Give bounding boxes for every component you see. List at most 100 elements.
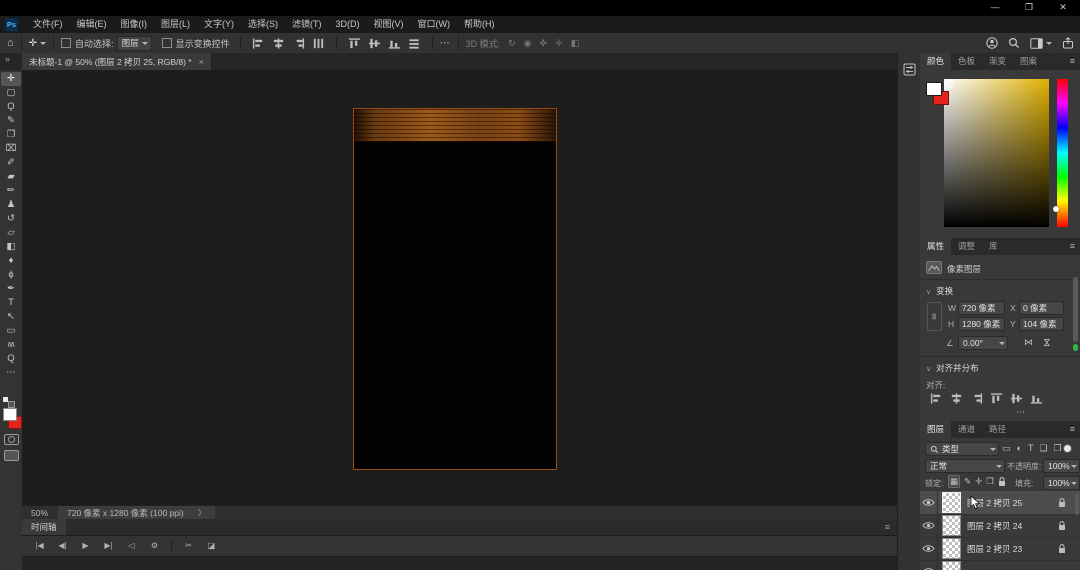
tool-frame[interactable]: ⌧ [1,142,21,156]
layer-filter-kind-dropdown[interactable]: 类型 [925,442,999,456]
tool-edit-toolbar[interactable]: ⋯ [1,366,21,380]
account-icon[interactable] [986,37,998,49]
go-to-previous-frame-button[interactable]: ◀| [54,539,71,553]
hue-slider-marker[interactable] [1053,206,1059,212]
tool-pen[interactable]: ✒ [1,282,21,296]
layer-name[interactable]: 图层 2 拷贝 23 [967,543,1058,555]
align-center-h-icon[interactable] [272,37,285,50]
flip-vertical-icon[interactable]: ⋈ [1041,338,1052,347]
color-panel-menu-icon[interactable]: ≡ [1070,53,1075,70]
document-canvas[interactable] [353,108,557,470]
layer-row-3[interactable]: 图层 2 拷贝 23 [920,537,1080,561]
filter-pixel-layers-icon[interactable]: ▭ [1002,443,1011,454]
move-tool-preset-icon[interactable]: ✛ [29,38,46,49]
3d-roll-icon[interactable]: ◉ [524,38,532,49]
quick-mask-mode-button[interactable] [4,434,19,445]
go-to-next-frame-button[interactable]: ▶| [100,539,117,553]
tool-type[interactable]: T [1,296,21,310]
align-distribute-section-header[interactable]: ∨对齐并分布 [926,362,979,374]
x-field[interactable]: 0 像素 [1019,301,1064,315]
layer-visibility-eye-icon[interactable] [920,537,938,560]
workspace-switcher-button[interactable] [1030,37,1052,48]
flip-horizontal-icon[interactable]: ⋈ [1024,337,1033,348]
tool-lasso[interactable]: Ϙ [1,100,21,114]
align-left-icon[interactable] [252,37,265,50]
properties-panel-menu-icon[interactable]: ≡ [1070,238,1075,255]
layer-filter-toggle[interactable] [1063,444,1072,453]
tool-move[interactable]: ✛ [1,72,21,86]
properties-scrollbar[interactable] [1073,277,1078,342]
saturation-brightness-field[interactable] [944,79,1049,227]
align-top-icon[interactable] [348,37,361,50]
link-dimensions-icon[interactable]: ∞ [927,302,942,331]
share-icon[interactable] [1062,37,1074,49]
blend-mode-dropdown[interactable]: 正常 [925,459,1005,473]
layers-scrollbar[interactable] [1075,493,1079,515]
align-distribute-h-icon[interactable] [312,37,325,50]
layer-visibility-eye-icon[interactable] [920,560,938,570]
fill-dropdown[interactable]: 100% [1043,476,1080,490]
tool-path-selection[interactable]: ↖ [1,310,21,324]
hue-slider[interactable] [1057,79,1068,227]
3d-pan-icon[interactable]: ✜ [540,38,548,49]
tool-healing-brush[interactable]: ▰ [1,170,21,184]
tool-zoom[interactable]: Q [1,352,21,366]
zoom-level-field[interactable]: 50% [31,508,48,518]
layer-visibility-eye-icon[interactable] [920,514,938,537]
lock-artboard-icon[interactable]: ❒ [986,476,994,487]
tool-hand[interactable]: ʍ [1,338,21,352]
auto-select-dropdown[interactable]: 图层 [117,36,152,51]
height-field[interactable]: 1280 像素 [958,317,1005,331]
tool-quick-selection[interactable]: ✎ [1,114,21,128]
tool-eraser[interactable]: ▱ [1,226,21,240]
menu-item-edit[interactable]: 编辑(E) [70,16,114,33]
document-tab-close-icon[interactable]: × [199,57,204,67]
menu-item-view[interactable]: 视图(V) [367,16,411,33]
collapsed-panel-icon[interactable] [903,63,916,76]
screen-mode-button[interactable] [4,450,19,461]
home-icon[interactable]: ⌂ [7,37,14,49]
timeline-settings-button[interactable]: ⚙ [146,539,163,553]
search-icon[interactable] [1008,37,1020,49]
tool-brush[interactable]: ✏ [1,184,21,198]
play-button[interactable]: ▶ [77,539,94,553]
angle-dropdown[interactable]: 0.00° [958,336,1008,350]
menu-item-layer[interactable]: 图层(L) [154,16,197,33]
align-center-h-icon[interactable] [950,392,963,405]
timeline-menu-icon[interactable]: ≡ [885,519,890,535]
align-left-icon[interactable] [930,392,943,405]
tool-history-brush[interactable]: ↺ [1,212,21,226]
toolbar-collapse-icon[interactable]: » [5,54,10,64]
document-info[interactable]: 720 像素 x 1280 像素 (100 ppi) 〉 [58,506,215,520]
y-field[interactable]: 104 像素 [1019,317,1064,331]
align-right-icon[interactable] [970,392,983,405]
layer-thumbnail[interactable] [942,515,961,536]
menu-item-type[interactable]: 文字(Y) [197,16,241,33]
color-tab-1[interactable]: 色板 [951,53,982,70]
menu-item-filter[interactable]: 滤镜(T) [285,16,329,33]
filter-adjustment-layers-icon[interactable]: ◐ [1017,443,1022,454]
tool-rectangle[interactable]: ▭ [1,324,21,338]
lock-image-pixels-icon[interactable]: ✎ [964,476,971,487]
lock-position-icon[interactable]: ✛ [975,476,982,487]
color-tab-3[interactable]: 图案 [1013,53,1044,70]
align-bottom-icon[interactable] [1030,392,1043,405]
menu-item-window[interactable]: 窗口(W) [411,16,458,33]
menu-item-3d[interactable]: 3D(D) [329,16,367,33]
document-tab[interactable]: 未标题-1 @ 50% (图层 2 拷贝 25, RGB/8) * × [22,53,212,70]
color-foreground-swatch[interactable] [926,82,942,96]
layer-thumbnail[interactable] [942,561,961,570]
layer-row-1[interactable]: 图层 2 拷贝 25 [920,491,1080,515]
layer-name[interactable]: 图层 2 拷贝 24 [967,520,1058,532]
layer-row-4[interactable] [920,560,1080,570]
width-field[interactable]: 720 像素 [958,301,1005,315]
go-to-first-frame-button[interactable]: |◀ [31,539,48,553]
filter-type-layers-icon[interactable]: T [1028,443,1034,454]
menu-item-image[interactable]: 图像(I) [114,16,155,33]
align-middle-v-icon[interactable] [368,37,381,50]
menu-item-help[interactable]: 帮助(H) [457,16,502,33]
properties-tab-1[interactable]: 调整 [951,238,982,255]
more-options-button[interactable]: ⋯ [1016,407,1026,418]
tool-crop[interactable]: ❐ [1,128,21,142]
layers-tab-0[interactable]: 图层 [920,421,951,438]
